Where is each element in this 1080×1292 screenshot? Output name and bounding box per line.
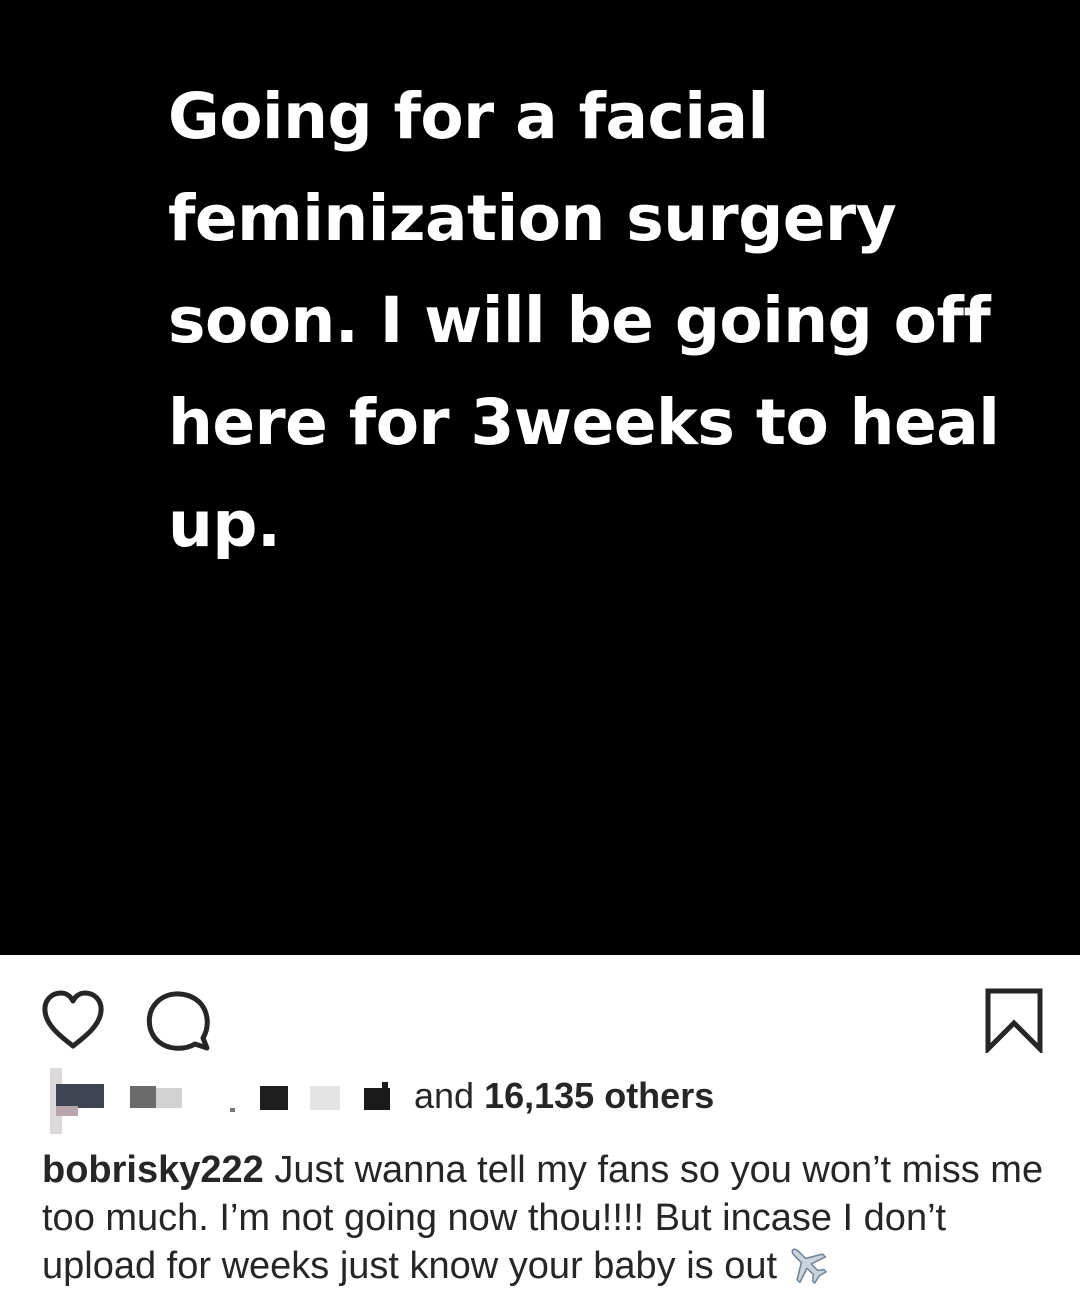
- post-image[interactable]: Going for a facial feminization surgery …: [0, 0, 1080, 955]
- comment-button[interactable]: [145, 988, 213, 1056]
- likes-prefix: and: [414, 1075, 475, 1116]
- likes-count: 16,135 others: [484, 1075, 715, 1116]
- likes-count-text[interactable]: and 16,135 others: [414, 1076, 714, 1116]
- like-button[interactable]: [40, 989, 106, 1051]
- caption-username[interactable]: bobrisky222: [42, 1149, 264, 1191]
- airplane-icon: [785, 1242, 829, 1286]
- save-button[interactable]: [984, 987, 1044, 1053]
- post-caption: bobrisky222 Just wanna tell my fans so y…: [42, 1146, 1052, 1290]
- post-image-text: Going for a facial feminization surgery …: [168, 80, 1000, 561]
- post-action-bar: [0, 955, 1080, 1070]
- heart-icon: [42, 990, 104, 1049]
- likes-summary[interactable]: and 16,135 others: [42, 1068, 1042, 1134]
- comment-bubble-icon: [146, 991, 210, 1051]
- bookmark-icon: [985, 988, 1043, 1053]
- redacted-liker-names: [42, 1068, 408, 1134]
